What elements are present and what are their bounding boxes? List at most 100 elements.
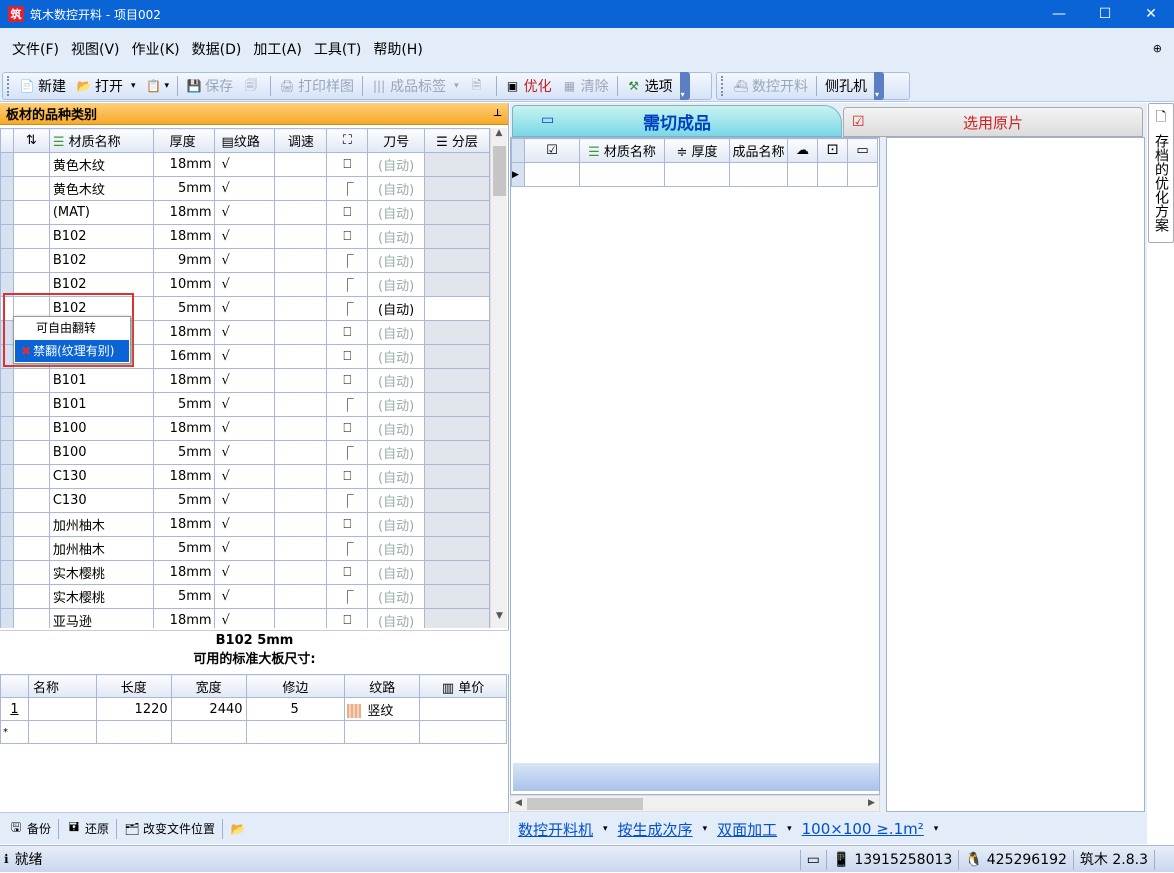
- table-row[interactable]: 加州柚木 18mm √ ⎕ (自动): [0, 512, 490, 537]
- grain-cell[interactable]: √: [213, 512, 276, 537]
- shape-cell[interactable]: ⎕: [326, 152, 369, 177]
- optimize-button[interactable]: ▣ 优化: [500, 73, 557, 99]
- layer-cell[interactable]: [424, 440, 490, 465]
- row-header[interactable]: [0, 512, 14, 537]
- shape-cell[interactable]: ⎾: [326, 248, 369, 273]
- shape-cell[interactable]: ⎕: [326, 224, 369, 249]
- rotate-cell[interactable]: [12, 392, 50, 417]
- cnc-button[interactable]: ⛴ 数控开料: [728, 73, 813, 99]
- table-row[interactable]: C130 18mm √ ⎕ (自动): [0, 464, 490, 489]
- board-price-header[interactable]: ▥ 单价: [419, 674, 507, 698]
- grain-cell[interactable]: √: [213, 440, 276, 465]
- knife-cell[interactable]: (自动): [367, 392, 426, 417]
- layer-cell[interactable]: [424, 560, 490, 585]
- material-cell[interactable]: B100: [48, 416, 154, 441]
- flip-option-locked[interactable]: ✖ 禁翻(纹理有别): [15, 340, 129, 362]
- print-sample-button[interactable]: 🖨 打印样图: [274, 73, 359, 99]
- material-cell[interactable]: C130: [48, 464, 154, 489]
- layer-cell[interactable]: [424, 296, 490, 321]
- material-grid-scrollbar[interactable]: ▲ ▼: [490, 128, 507, 628]
- layer-cell[interactable]: [424, 608, 490, 628]
- grain-cell[interactable]: √: [213, 560, 276, 585]
- shape-cell[interactable]: ⎕: [326, 344, 369, 369]
- rotate-cell[interactable]: [12, 464, 50, 489]
- tab-selected-boards[interactable]: ☑ 选用原片: [843, 107, 1143, 137]
- options-button[interactable]: ⚒ 选项: [621, 73, 678, 99]
- menu-file[interactable]: 文件(F): [6, 39, 65, 59]
- adjust-cell[interactable]: [274, 272, 328, 297]
- product-thickness-header[interactable]: ≑ 厚度: [664, 138, 730, 163]
- save-button[interactable]: 💾 保存: [181, 73, 238, 99]
- new-button[interactable]: 📄 新建: [14, 73, 71, 99]
- thickness-cell[interactable]: 5mm: [152, 488, 215, 513]
- material-cell[interactable]: 实木樱桃: [48, 584, 154, 609]
- menu-help[interactable]: 帮助(H): [367, 39, 428, 59]
- grain-cell[interactable]: √: [213, 536, 276, 561]
- material-cell[interactable]: (MAT): [48, 200, 154, 225]
- shape-column-header[interactable]: ⛶: [326, 128, 369, 153]
- board-grain-header[interactable]: 纹路: [344, 674, 421, 698]
- thickness-cell[interactable]: 18mm: [152, 464, 215, 489]
- rotate-cell[interactable]: [12, 200, 50, 225]
- table-row[interactable]: 黄色木纹 18mm √ ⎕ (自动): [0, 152, 490, 177]
- adjust-cell[interactable]: [274, 392, 328, 417]
- rotate-cell[interactable]: [12, 152, 50, 177]
- grain-cell[interactable]: √: [213, 200, 276, 225]
- thickness-cell[interactable]: 5mm: [152, 440, 215, 465]
- material-cell[interactable]: 实木樱桃: [48, 560, 154, 585]
- grain-cell[interactable]: √: [213, 368, 276, 393]
- table-row[interactable]: 实木樱桃 5mm √ ⎾ (自动): [0, 584, 490, 609]
- board-trim-cell[interactable]: 5: [245, 697, 346, 721]
- adjust-cell[interactable]: [274, 608, 328, 628]
- shape-cell[interactable]: ⎾: [326, 296, 369, 321]
- rotate-cell[interactable]: [12, 440, 50, 465]
- knife-cell[interactable]: (自动): [367, 512, 426, 537]
- layer-cell[interactable]: [424, 152, 490, 177]
- grain-cell[interactable]: √: [213, 416, 276, 441]
- grain-cell[interactable]: √: [213, 152, 276, 177]
- board-grain-cell[interactable]: 竖纹: [344, 697, 421, 721]
- layer-cell[interactable]: [424, 392, 490, 417]
- size-dropdown-icon[interactable]: ▾: [934, 824, 939, 834]
- shape-cell[interactable]: ⎕: [326, 368, 369, 393]
- material-cell[interactable]: B101: [48, 368, 154, 393]
- product-label-button[interactable]: ||| 成品标签 ▾: [366, 73, 464, 99]
- shape-cell[interactable]: ⎕: [326, 608, 369, 628]
- menu-process[interactable]: 加工(A): [247, 39, 308, 59]
- layer-cell[interactable]: [424, 272, 490, 297]
- adjust-cell[interactable]: [274, 200, 328, 225]
- grain-cell[interactable]: √: [213, 248, 276, 273]
- layer-cell[interactable]: [424, 344, 490, 369]
- layer-cell[interactable]: [424, 512, 490, 537]
- backup-button[interactable]: 🖫 备份: [4, 816, 55, 842]
- row-header[interactable]: [0, 488, 14, 513]
- shape-cell[interactable]: ⎕: [326, 464, 369, 489]
- product-material-header[interactable]: ☰ 材质名称: [579, 138, 665, 163]
- adjust-cell[interactable]: [274, 344, 328, 369]
- grain-cell[interactable]: √: [213, 584, 276, 609]
- cnc-dropdown-icon[interactable]: ▾: [603, 824, 608, 834]
- knife-cell[interactable]: (自动): [367, 488, 426, 513]
- grain-cell[interactable]: √: [213, 320, 276, 345]
- thickness-cell[interactable]: 5mm: [152, 536, 215, 561]
- board-price-cell[interactable]: [419, 697, 507, 721]
- shape-cell[interactable]: ⎕: [326, 512, 369, 537]
- knife-cell[interactable]: (自动): [367, 416, 426, 441]
- toolbar2-overflow-button[interactable]: [874, 72, 884, 100]
- shape-cell[interactable]: ⎾: [326, 272, 369, 297]
- adjust-cell[interactable]: [274, 536, 328, 561]
- thickness-cell[interactable]: 18mm: [152, 200, 215, 225]
- row-header[interactable]: [0, 248, 14, 273]
- adjust-cell[interactable]: [274, 488, 328, 513]
- scroll-left-icon[interactable]: ◀: [511, 796, 526, 811]
- toolbar-overflow-button[interactable]: [679, 72, 690, 100]
- grain-cell[interactable]: √: [213, 344, 276, 369]
- adjust-cell[interactable]: [274, 368, 328, 393]
- knife-cell[interactable]: (自动): [367, 152, 426, 177]
- side-drill-button[interactable]: 侧孔机: [820, 73, 872, 99]
- adjust-column-header[interactable]: 调速: [274, 128, 328, 153]
- layer-cell[interactable]: [424, 464, 490, 489]
- thickness-cell[interactable]: 18mm: [152, 512, 215, 537]
- thickness-cell[interactable]: 16mm: [152, 344, 215, 369]
- knife-cell[interactable]: (自动): [367, 608, 426, 628]
